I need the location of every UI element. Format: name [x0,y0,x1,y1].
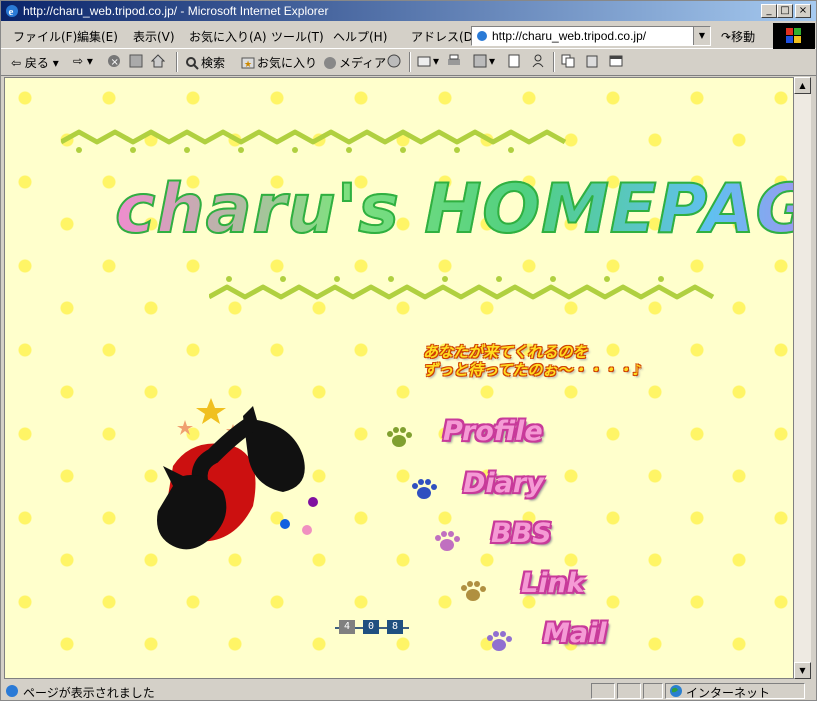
user-icon [532,54,544,68]
refresh-icon [129,54,143,68]
back-button[interactable]: ⇦ 戻る ▾ [11,54,59,71]
page-content: charu's HOMEPAGE あなたが来てくれるのを ずっと待ってたのぉ～・… [4,77,794,679]
paste-button[interactable] [585,54,601,68]
zigzag-decoration-bottom [209,276,715,300]
forward-arrow-icon: ⇨ [73,54,84,68]
svg-text:×: × [111,57,119,68]
copy-icon [561,54,575,68]
menu-favorites[interactable]: お気に入り(A) [189,28,267,45]
media-icon [324,57,336,69]
print-button[interactable] [447,54,463,68]
address-dropdown-button[interactable]: ▼ [693,27,710,45]
welcome-tagline: あなたが来てくれるのを ずっと待ってたのぉ～・・・・♪ [423,343,683,379]
nav-profile-link[interactable]: Profile [443,416,543,447]
toolbar-separator [176,52,178,72]
toolbar-separator [409,52,411,72]
search-label: 検索 [201,56,226,70]
go-arrow-icon: ↷ [721,30,732,44]
menu-tools[interactable]: ツール(T) [271,28,324,45]
menu-file[interactable]: ファイル(F) [13,28,77,45]
zigzag-decoration-top [61,129,567,153]
status-cell [643,683,663,699]
favorites-button[interactable]: ★ お気に入り [241,54,317,71]
mail-icon [417,56,431,67]
edit-icon [473,54,487,68]
print-icon [448,54,460,65]
maximize-button[interactable]: □ [777,4,793,18]
go-label: 移動 [731,30,756,44]
status-bar: ページが表示されました インターネット [1,681,816,701]
nav-bbs-link[interactable]: BBS [491,518,552,549]
vertical-scrollbar[interactable]: ▲ ▼ [794,77,811,679]
back-label: 戻る [24,56,49,70]
window-icon [609,55,623,67]
back-arrow-icon: ⇦ [11,56,22,70]
menu-help[interactable]: ヘルプ(H) [333,28,387,45]
home-icon [151,54,165,68]
address-bar[interactable]: http://charu_web.tripod.co.jp/ ▼ [471,26,711,46]
page-done-icon [6,685,18,697]
messenger-button[interactable] [531,54,547,68]
refresh-button[interactable] [129,54,145,68]
paw-icon [487,631,512,651]
window-title: http://charu_web.tripod.co.jp/ - Microso… [23,4,329,18]
tagline-line-1: あなたが来てくれるのを [423,343,588,361]
status-cell [617,683,641,699]
search-button[interactable]: 検索 [185,54,225,71]
svg-text:★: ★ [244,60,252,70]
menu-edit[interactable]: 編集(E) [77,28,118,45]
svg-text:e: e [9,6,14,18]
history-icon [387,54,401,68]
counter-digit: 8 [387,620,403,634]
menu-view[interactable]: 表示(V) [133,28,175,45]
favorites-label: お気に入り [257,56,318,70]
close-button[interactable]: × [795,4,811,18]
tagline-line-2: ずっと待ってたのぉ～・・・・♪ [423,361,642,379]
browser-window: e http://charu_web.tripod.co.jp/ - Micro… [0,0,817,701]
paw-icon [435,531,460,551]
search-icon [186,57,199,70]
paw-icon [387,427,412,447]
go-button[interactable]: ↷移動 [721,28,755,45]
nav-link-link[interactable]: Link [521,568,585,599]
home-button[interactable] [151,54,167,68]
paw-icon [461,581,486,601]
page-title: charu's HOMEPAGE [114,169,793,250]
counter-digit: 0 [363,620,379,634]
paste-icon [586,55,598,68]
status-text: ページが表示されました [23,686,155,700]
minimize-button[interactable]: _ [761,4,777,18]
paw-icon [412,479,437,499]
address-input[interactable]: http://charu_web.tripod.co.jp/ [492,29,646,43]
scroll-down-button[interactable]: ▼ [794,662,811,679]
globe-icon [670,685,682,697]
stop-button[interactable]: × [107,54,123,68]
toolbar: ⇦ 戻る ▾ ⇨ ▾ × 検索 ★ お気に入り メディア ▾ ▾ [1,49,816,76]
toolbar-separator [553,52,555,72]
media-label: メディア [339,56,387,70]
forward-button[interactable]: ⇨ ▾ [73,54,93,68]
document-icon [508,54,520,68]
copy-button[interactable] [561,54,577,68]
zone-label: インターネット [686,686,771,700]
page-icon [477,31,487,41]
history-button[interactable] [387,54,403,68]
windows-logo [773,23,815,49]
address-label: アドレス(D) [411,30,478,44]
stop-icon: × [108,55,120,68]
black-cats-illustration [157,398,318,550]
status-cell [591,683,615,699]
nav-mail-link[interactable]: Mail [543,618,607,649]
counter-digit: 4 [339,620,355,634]
edit-button[interactable]: ▾ [473,54,495,68]
favorites-icon: ★ [241,57,255,70]
ie-icon: e [6,5,18,18]
scroll-up-button[interactable]: ▲ [794,77,811,94]
window-button[interactable] [609,54,625,68]
media-button[interactable]: メディア [323,54,386,71]
nav-diary-link[interactable]: Diary [463,468,544,499]
mail-button[interactable]: ▾ [417,54,439,68]
title-bar[interactable]: e http://charu_web.tripod.co.jp/ - Micro… [1,1,816,21]
discuss-button[interactable] [507,54,523,68]
